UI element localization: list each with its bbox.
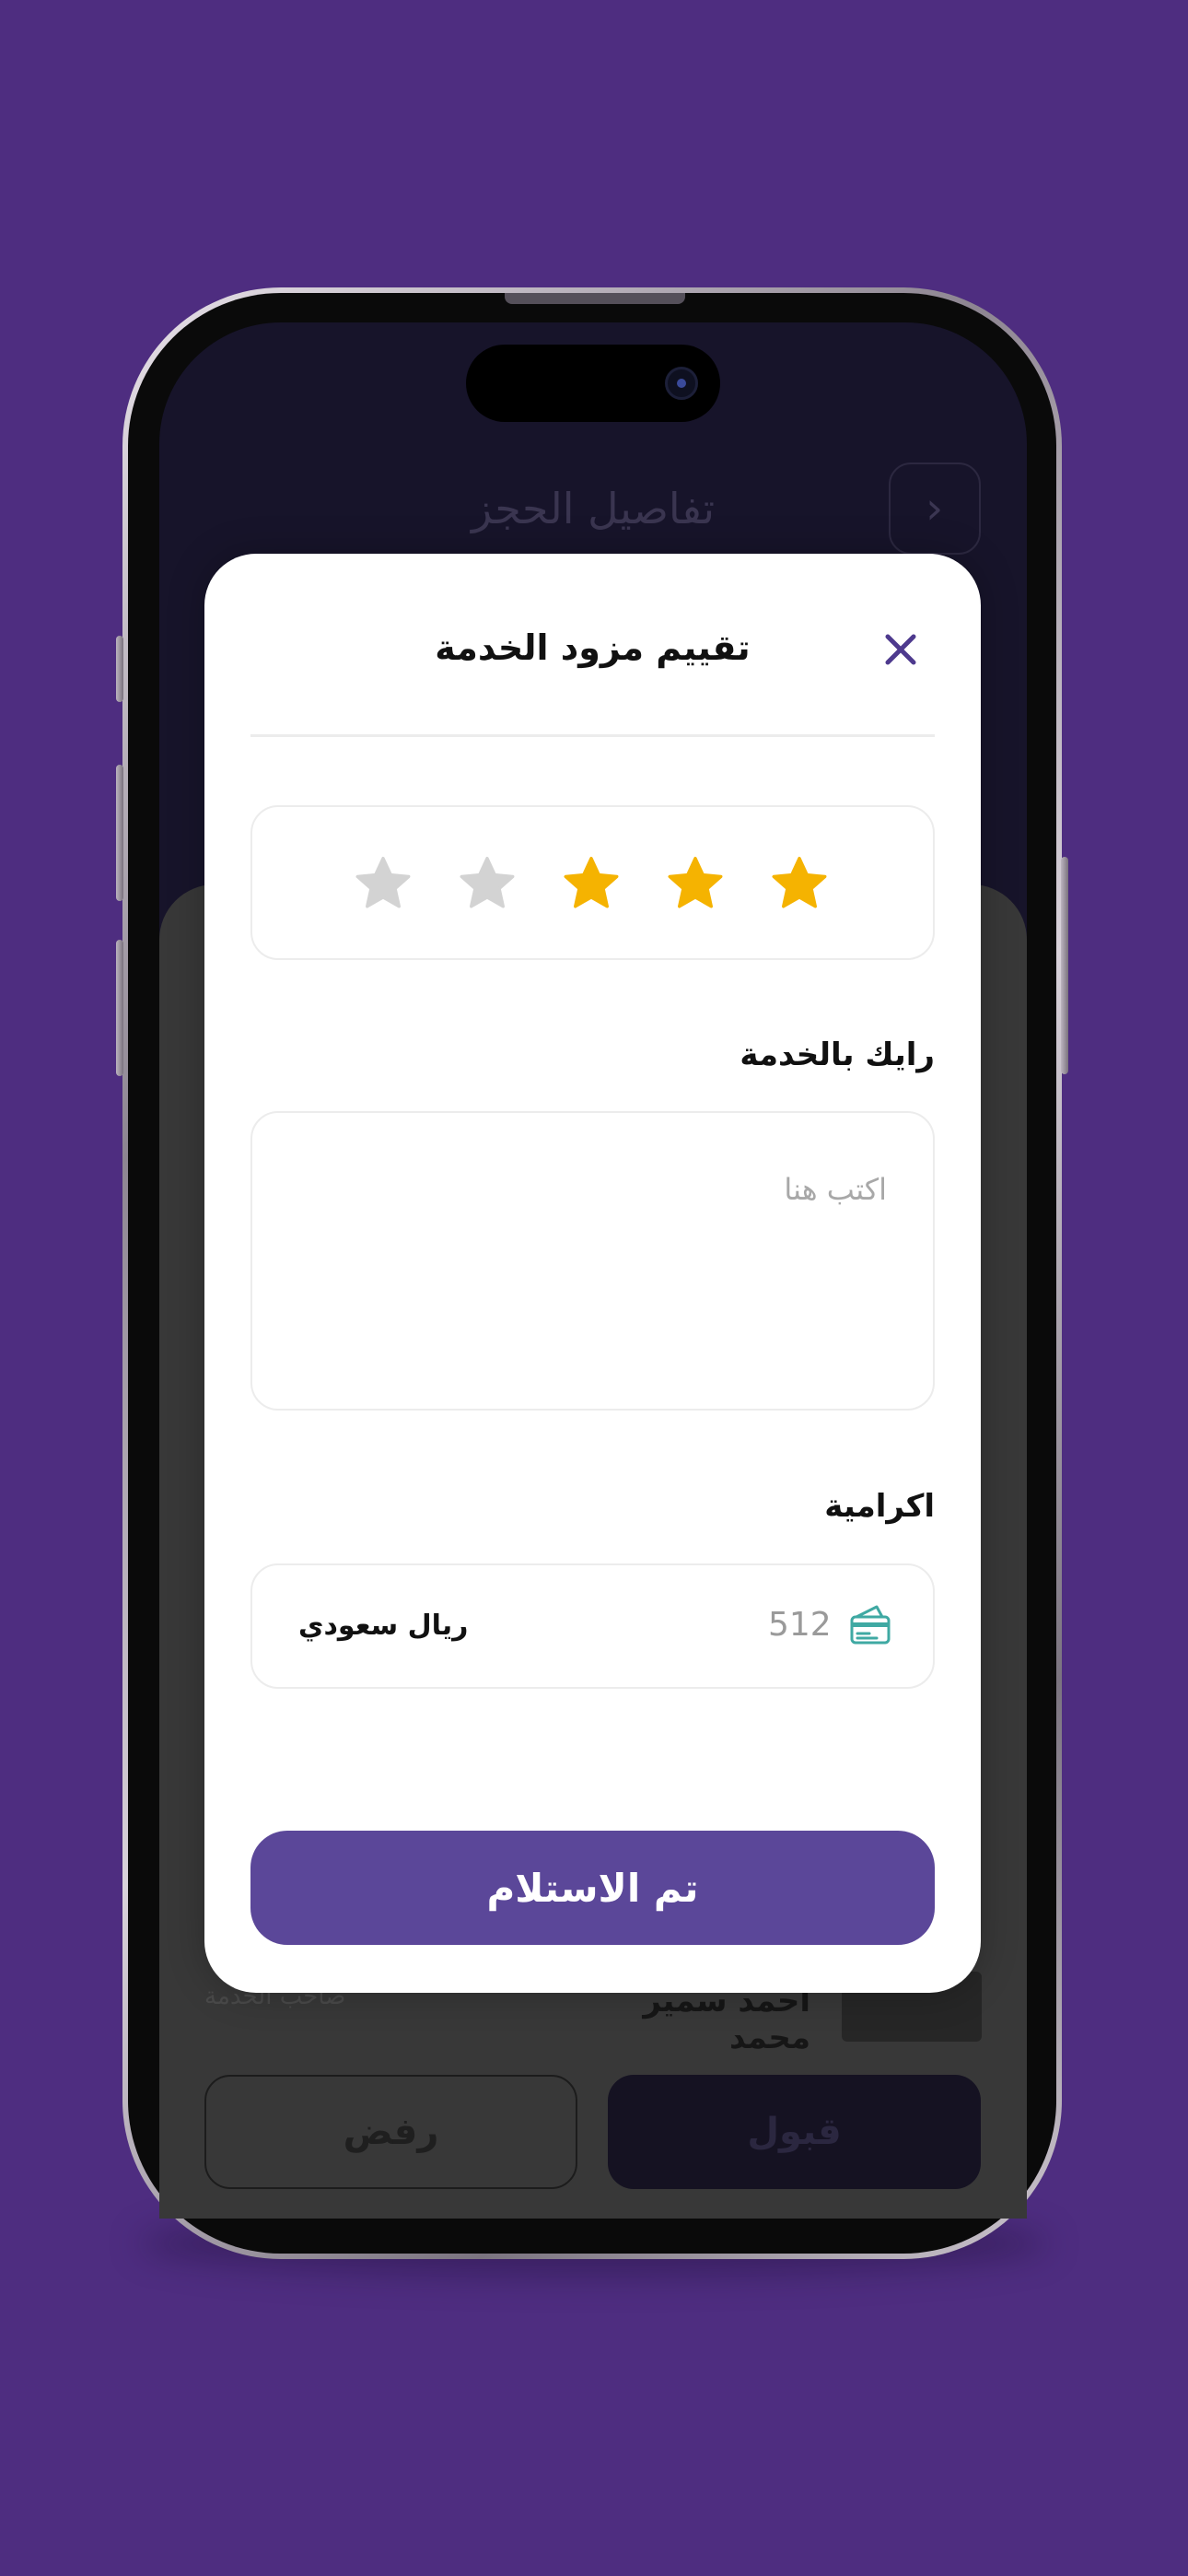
header-divider	[250, 734, 935, 737]
mute-switch	[116, 636, 123, 702]
cash-icon	[850, 1605, 891, 1645]
tip-amount: 512	[768, 1606, 832, 1644]
star-icon[interactable]	[664, 853, 727, 916]
camera-icon	[665, 367, 698, 400]
speaker-grille	[505, 293, 685, 304]
star-icon[interactable]	[456, 853, 518, 916]
back-button[interactable]: ‹	[889, 463, 981, 555]
review-label: رايك بالخدمة	[740, 1036, 935, 1073]
modal-title: تقييم مزود الخدمة	[435, 627, 751, 668]
tip-label: اكرامية	[824, 1488, 935, 1525]
chevron-right-icon: ‹	[926, 483, 944, 534]
accept-button[interactable]: قبول	[608, 2075, 981, 2189]
power-button	[1061, 857, 1068, 1074]
close-icon	[885, 634, 916, 665]
star-rating	[250, 805, 935, 960]
close-button[interactable]	[877, 626, 925, 673]
submit-button[interactable]: تم الاستلام	[250, 1831, 935, 1945]
reject-button[interactable]: رفض	[204, 2075, 577, 2189]
volume-up-button	[116, 765, 123, 901]
star-icon[interactable]	[560, 853, 623, 916]
review-placeholder: اكتب هنا	[784, 1172, 887, 1207]
stage: تفاصيل الحجز ‹ احمد سمير محمد صاحب الخدم…	[0, 0, 1188, 2576]
review-textarea[interactable]: اكتب هنا	[250, 1111, 935, 1411]
star-icon[interactable]	[352, 853, 414, 916]
tip-currency: ريال سعودي	[298, 1610, 469, 1642]
rating-modal: تقييم مزود الخدمة رايك بالخدمة اكتب هنا …	[204, 554, 981, 1993]
star-icon[interactable]	[768, 853, 831, 916]
tip-input[interactable]: 512 ريال سعودي	[250, 1563, 935, 1689]
volume-down-button	[116, 940, 123, 1076]
provider-name: احمد سمير محمد	[643, 1983, 810, 2056]
